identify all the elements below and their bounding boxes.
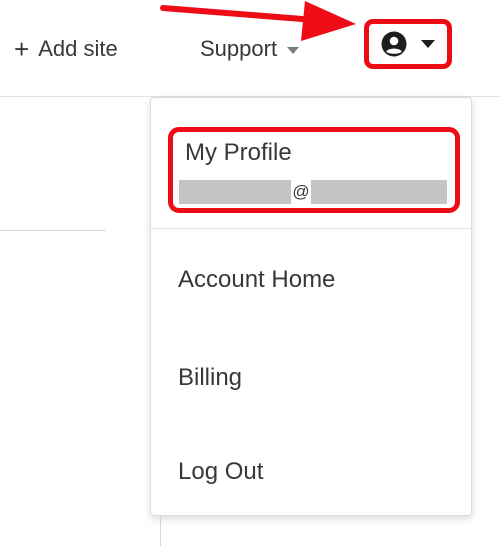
menu-divider — [151, 228, 471, 229]
my-profile-menu-item[interactable]: My Profile @ — [168, 127, 460, 213]
top-navigation-bar: + Add site Support — [0, 0, 500, 97]
my-profile-label: My Profile — [185, 139, 292, 166]
caret-down-icon — [287, 46, 300, 54]
user-menu-button[interactable] — [364, 19, 452, 69]
content-divider — [0, 230, 106, 231]
user-dropdown-menu: My Profile @ Account Home Billing Log Ou… — [150, 97, 472, 516]
email-redaction — [311, 180, 447, 204]
email-redaction — [179, 180, 291, 204]
plus-icon: + — [14, 34, 30, 64]
support-menu-button[interactable]: Support — [200, 34, 300, 64]
user-circle-icon — [381, 31, 407, 57]
billing-menu-item[interactable]: Billing — [178, 364, 242, 392]
caret-down-icon — [421, 40, 435, 48]
profile-email: @ — [179, 180, 447, 204]
content-divider — [160, 516, 161, 546]
add-site-label: Add site — [38, 36, 118, 61]
add-site-button[interactable]: + Add site — [14, 34, 118, 64]
account-home-menu-item[interactable]: Account Home — [178, 266, 335, 294]
support-label: Support — [200, 36, 278, 61]
log-out-menu-item[interactable]: Log Out — [178, 458, 263, 486]
email-at-sign: @ — [292, 182, 310, 201]
